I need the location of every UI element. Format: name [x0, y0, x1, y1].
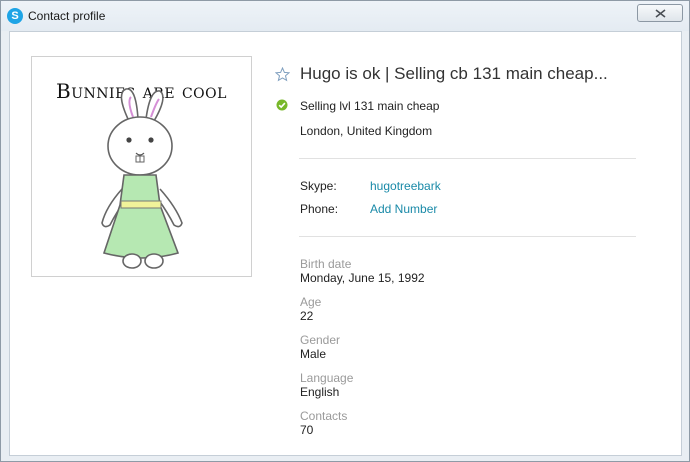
title-bar: S Contact profile [1, 1, 689, 31]
skype-icon: S [7, 8, 23, 24]
divider [299, 236, 636, 237]
favorite-star-icon[interactable] [275, 67, 290, 82]
birth-date-value: Monday, June 15, 1992 [300, 271, 425, 285]
language-label: Language [300, 371, 354, 385]
close-icon [655, 9, 666, 18]
language-value: English [300, 385, 340, 399]
birth-date-label: Birth date [300, 257, 352, 271]
close-button[interactable] [637, 4, 683, 22]
age-value: 22 [300, 309, 314, 323]
age-label: Age [300, 295, 322, 309]
add-number-link[interactable]: Add Number [370, 202, 437, 216]
location-text: London, United Kingdom [300, 124, 433, 138]
mood-message: Selling lvl 131 main cheap [300, 99, 440, 113]
contacts-label: Contacts [300, 409, 348, 423]
skype-name-link[interactable]: hugotreebark [370, 179, 441, 193]
gender-label: Gender [300, 333, 341, 347]
phone-label: Phone: [300, 202, 339, 216]
avatar: Bunnies are cool [31, 56, 252, 277]
bunny-drawing [101, 88, 183, 269]
contact-display-name: Hugo is ok | Selling cb 131 main cheap..… [300, 64, 608, 83]
online-status-icon [276, 99, 288, 111]
contact-profile-window: S Contact profile Bunnies are cool Hugo … [0, 0, 690, 462]
skype-label: Skype: [300, 179, 337, 193]
divider [299, 158, 636, 159]
profile-panel: Bunnies are cool Hugo is ok | Selling cb… [9, 31, 682, 456]
contacts-count: 70 [300, 423, 314, 437]
gender-value: Male [300, 347, 327, 361]
window-title: Contact profile [28, 9, 106, 23]
